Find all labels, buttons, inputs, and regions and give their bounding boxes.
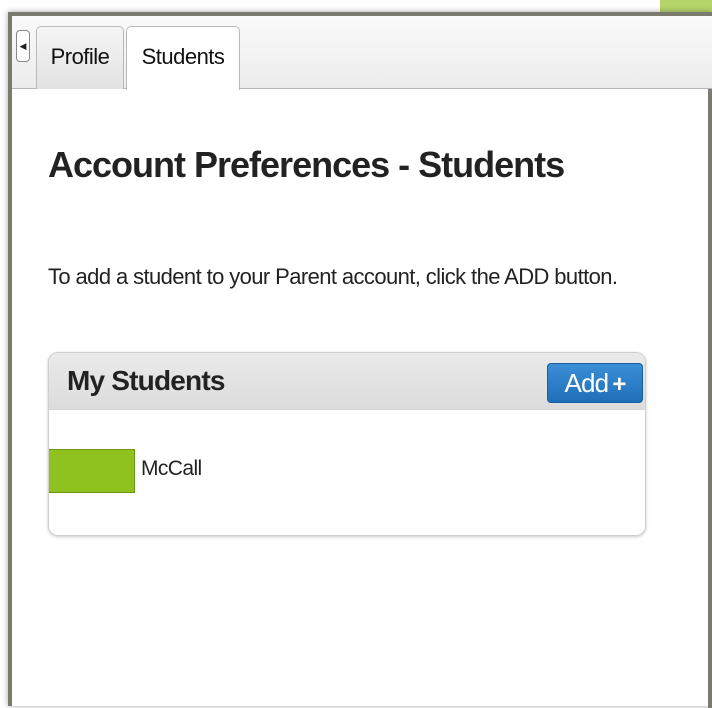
frame-right-edge (708, 76, 712, 708)
page-title: Account Preferences - Students (48, 144, 565, 185)
list-item[interactable]: McCall (49, 449, 645, 493)
my-students-panel: My Students Add + McCall (48, 352, 646, 536)
intro-text: To add a student to your Parent account,… (48, 264, 618, 289)
tab-students[interactable]: Students (126, 26, 240, 90)
panel-header: My Students Add + (49, 353, 645, 410)
plus-icon: + (612, 371, 626, 398)
window-frame: ◀ Profile Students Account Preferences -… (8, 12, 712, 708)
student-name[interactable]: McCall (141, 457, 202, 481)
add-button-label: Add (564, 368, 609, 398)
tab-scroll-left-icon[interactable]: ◀ (16, 30, 30, 62)
tab-bar: ◀ Profile Students (12, 16, 712, 90)
add-student-button[interactable]: Add + (547, 363, 643, 403)
redaction-box (49, 449, 135, 493)
panel-title: My Students (67, 365, 225, 396)
tab-profile[interactable]: Profile (36, 26, 124, 89)
